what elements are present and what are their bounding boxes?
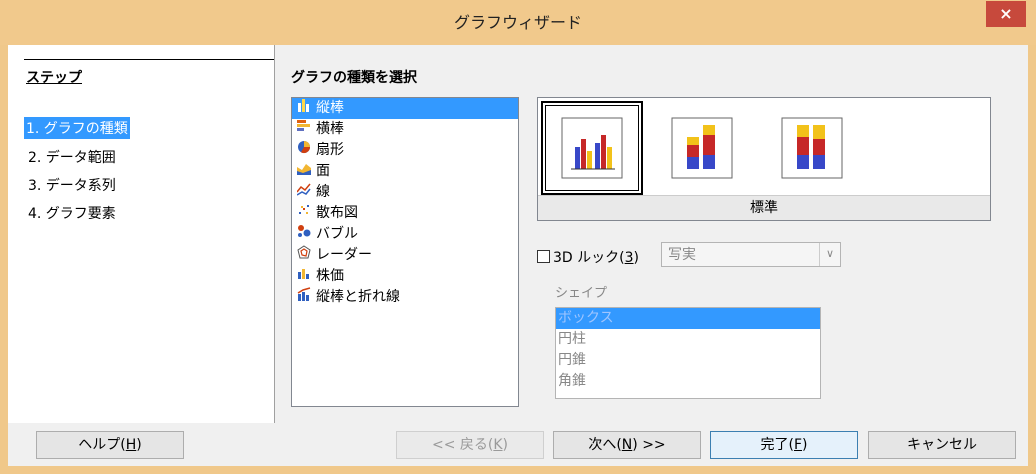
- steps-divider: [24, 59, 274, 60]
- shape-item-cone[interactable]: 円錐: [556, 350, 820, 371]
- chart-type-list[interactable]: 縦棒 横棒 扇形 面 線 散布図 バブル レーダー 株価 縦棒と折れ線: [291, 97, 519, 407]
- next-button[interactable]: 次へ(N) >>: [553, 431, 701, 459]
- bar-chart-icon: [296, 119, 312, 140]
- section-title: グラフの種類を選択: [291, 70, 417, 86]
- chart-variant-box: 標準: [537, 97, 991, 221]
- chart-type-bar[interactable]: 横棒: [292, 119, 518, 140]
- step-data-range[interactable]: 2. データ範囲: [26, 146, 118, 168]
- variant-label: 標準: [538, 195, 990, 220]
- back-button[interactable]: << 戻る(K): [396, 431, 544, 459]
- chart-type-radar[interactable]: レーダー: [292, 245, 518, 266]
- steps-pane: ステップ 1. グラフの種類 2. データ範囲 3. データ系列 4. グラフ要…: [8, 45, 275, 423]
- window-title: グラフウィザード: [453, 13, 582, 32]
- area-chart-icon: [296, 161, 312, 182]
- close-icon: ×: [999, 4, 1013, 23]
- shape-list[interactable]: ボックス 円柱 円錐 角錐: [555, 307, 821, 399]
- 3d-look-checkbox[interactable]: 3D ルック(3): [537, 247, 639, 267]
- chart-type-stock[interactable]: 株価: [292, 266, 518, 287]
- variant-normal[interactable]: [541, 101, 643, 195]
- pie-chart-icon: [296, 140, 312, 161]
- stock-chart-icon: [296, 266, 312, 287]
- wizard-dialog: ステップ 1. グラフの種類 2. データ範囲 3. データ系列 4. グラフ要…: [8, 45, 1028, 466]
- close-button[interactable]: ×: [986, 1, 1026, 27]
- steps-title: ステップ: [26, 70, 82, 86]
- finish-button[interactable]: 完了(F): [710, 431, 858, 459]
- variant-normal-icon: [561, 117, 623, 179]
- radar-chart-icon: [296, 245, 312, 266]
- chart-type-area[interactable]: 面: [292, 161, 518, 182]
- column-line-chart-icon: [296, 287, 312, 308]
- shape-item-cylinder[interactable]: 円柱: [556, 329, 820, 350]
- variant-percent-stacked[interactable]: [762, 102, 862, 194]
- chart-type-column[interactable]: 縦棒: [292, 98, 518, 119]
- bubble-chart-icon: [296, 224, 312, 245]
- scatter-chart-icon: [296, 203, 312, 224]
- line-chart-icon: [296, 182, 312, 203]
- help-button[interactable]: ヘルプ(H): [36, 431, 184, 459]
- column-chart-icon: [296, 98, 312, 119]
- chart-type-pie[interactable]: 扇形: [292, 140, 518, 161]
- button-row: ヘルプ(H) << 戻る(K) 次へ(N) >> 完了(F) キャンセル: [8, 423, 1028, 466]
- title-bar: グラフウィザード: [0, 0, 1036, 45]
- checkbox-icon: [537, 250, 550, 263]
- step-data-series[interactable]: 3. データ系列: [26, 174, 118, 196]
- 3d-style-select[interactable]: 写実 ∨: [661, 242, 841, 267]
- cancel-button[interactable]: キャンセル: [868, 431, 1016, 459]
- step-chart-elements[interactable]: 4. グラフ要素: [26, 202, 118, 224]
- chart-type-line[interactable]: 線: [292, 182, 518, 203]
- variant-stacked[interactable]: [652, 102, 752, 194]
- shape-item-box[interactable]: ボックス: [556, 308, 820, 329]
- chevron-down-icon: ∨: [819, 243, 840, 266]
- chart-type-bubble[interactable]: バブル: [292, 224, 518, 245]
- shape-label: シェイプ: [555, 286, 608, 301]
- shape-item-pyramid[interactable]: 角錐: [556, 371, 820, 392]
- chart-type-scatter[interactable]: 散布図: [292, 203, 518, 224]
- step-chart-type[interactable]: 1. グラフの種類: [24, 117, 130, 139]
- main-pane: グラフの種類を選択 縦棒 横棒 扇形 面 線 散布図 バブル レーダー 株価 縦…: [275, 45, 1028, 423]
- variant-stacked-icon: [671, 117, 733, 179]
- variant-percent-stacked-icon: [781, 117, 843, 179]
- chart-type-column-line[interactable]: 縦棒と折れ線: [292, 287, 518, 308]
